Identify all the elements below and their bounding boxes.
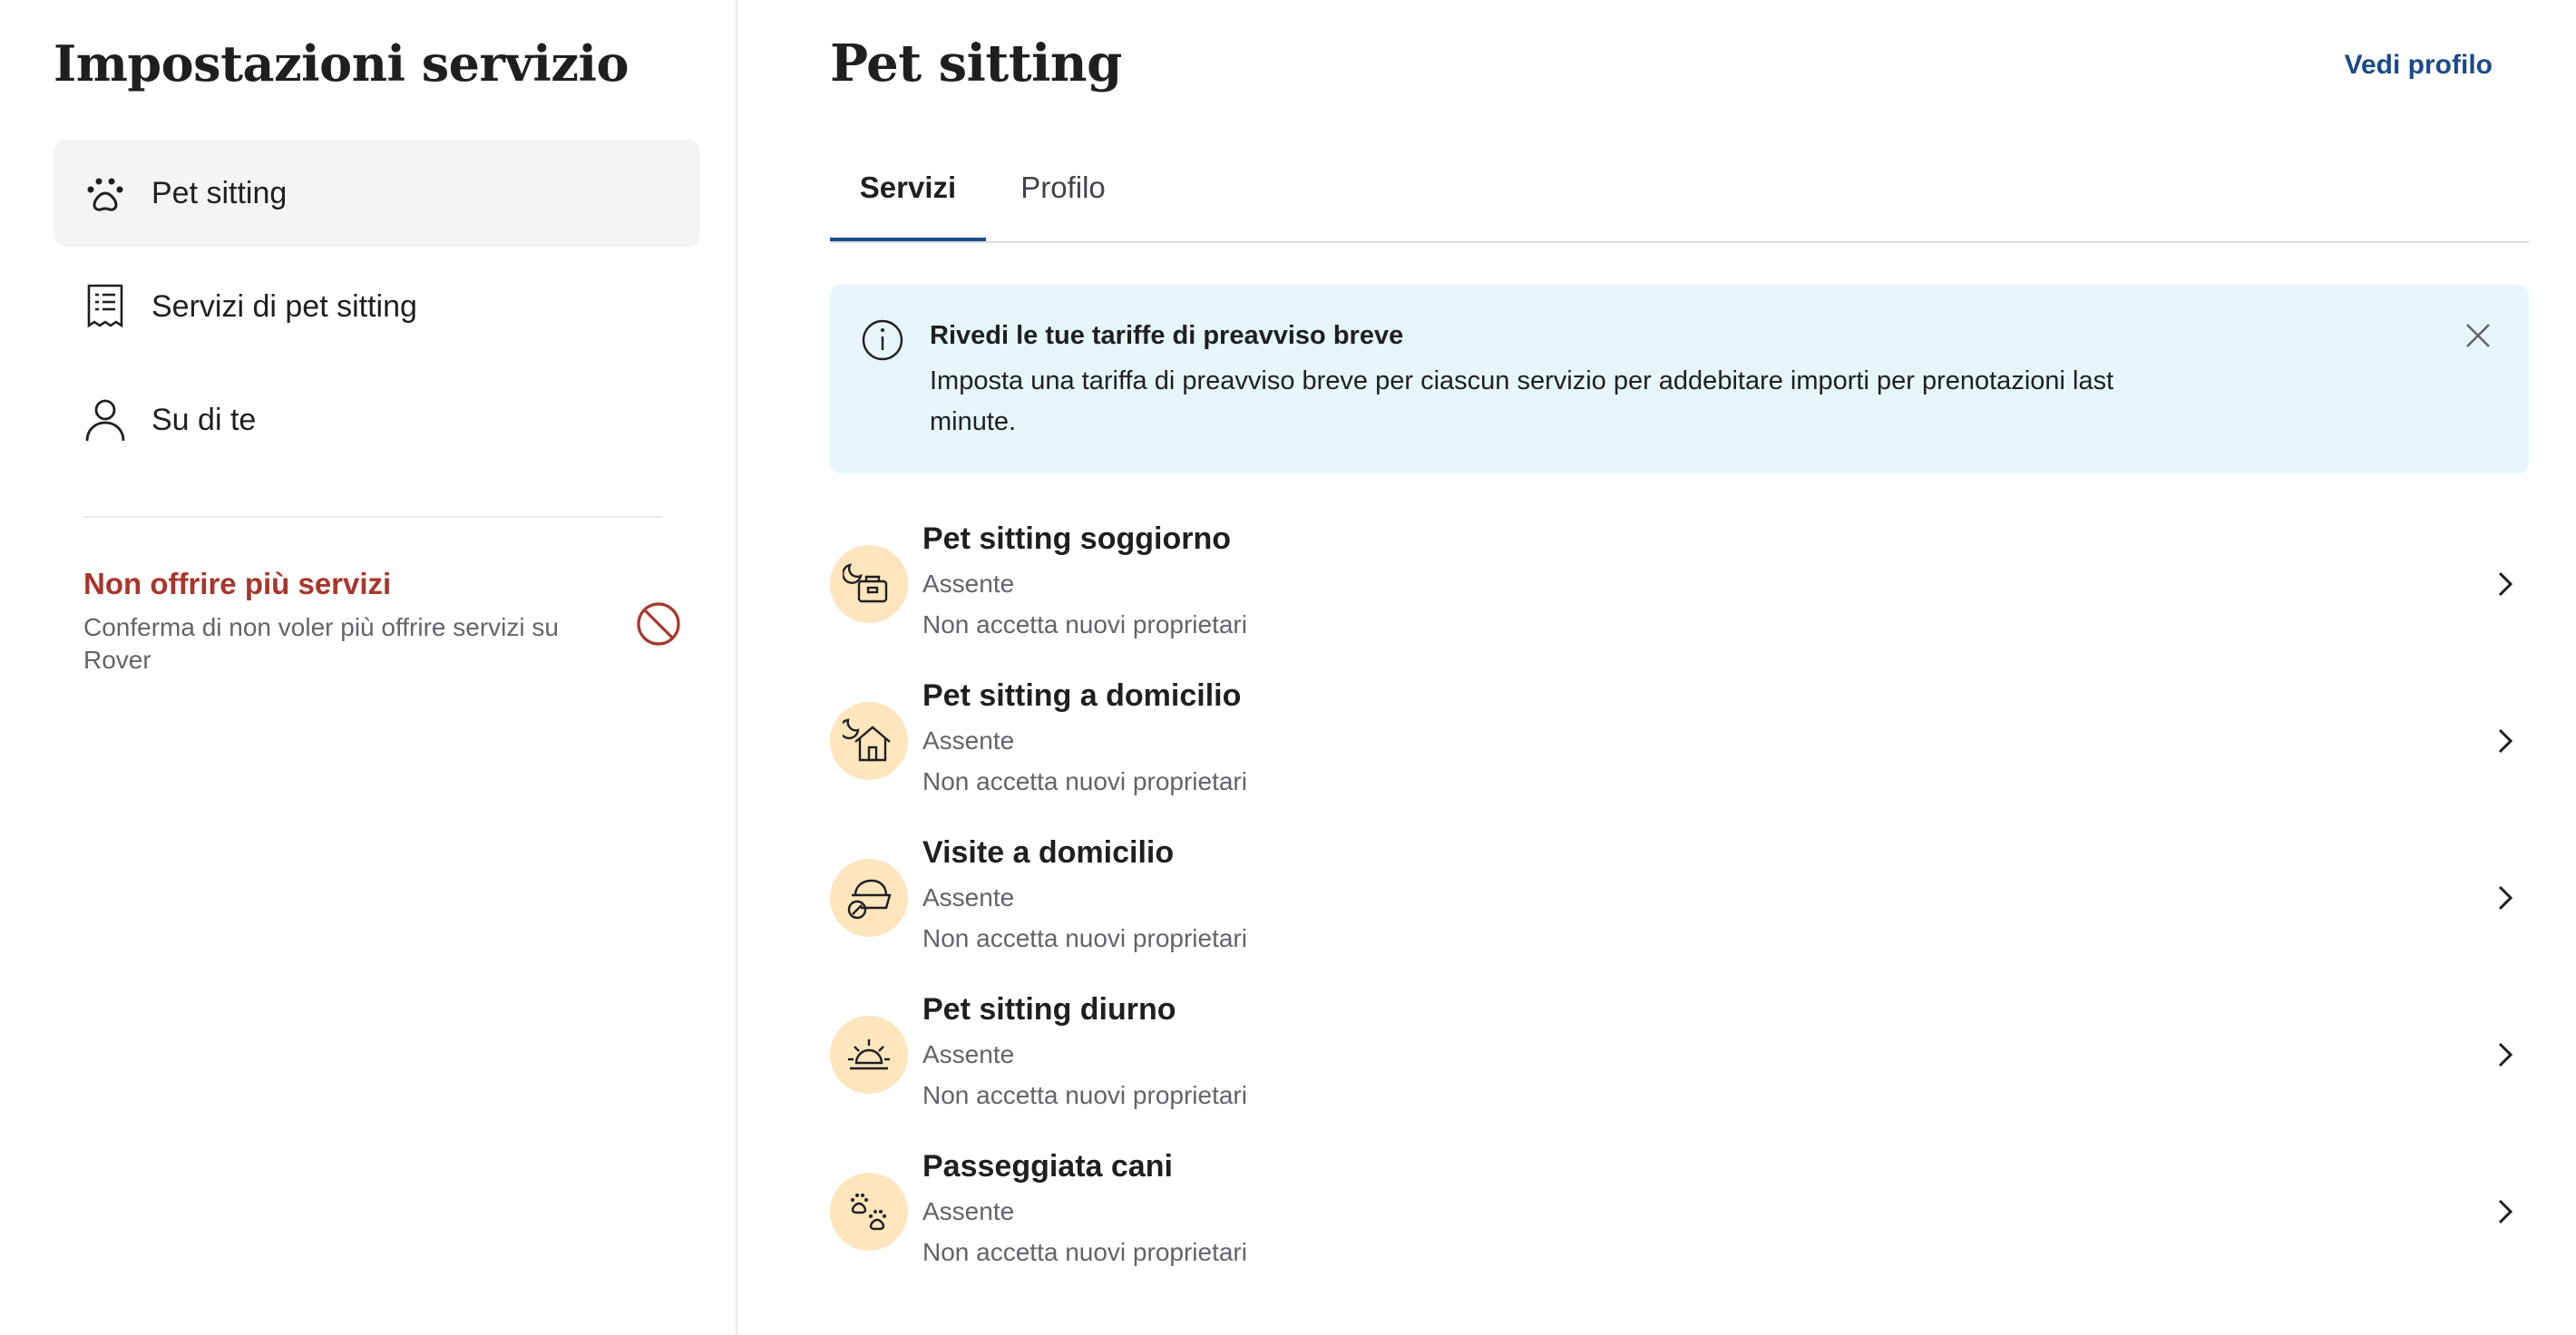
sidebar-item-su-di-te[interactable]: Su di te xyxy=(54,366,700,473)
info-alert: Rivedi le tue tariffe di preavviso breve… xyxy=(830,285,2529,473)
page-title: Pet sitting xyxy=(830,34,1122,93)
service-name: Passeggiata cani xyxy=(922,1149,1173,1184)
sidebar-title: Impostazioni servizio xyxy=(54,34,629,93)
service-name: Pet sitting diurno xyxy=(922,992,1176,1027)
app: Impostazioni servizio Pet sitting Serviz… xyxy=(0,0,2576,1335)
service-availability: Non accetta nuovi proprietari xyxy=(922,924,1247,952)
chevron-right-icon xyxy=(2491,568,2518,600)
chevron-right-icon xyxy=(2491,1195,2518,1228)
food-bowl-icon xyxy=(830,859,908,937)
chevron-right-icon xyxy=(2491,1038,2518,1071)
chevron-right-icon xyxy=(2491,725,2518,757)
service-status: Assente xyxy=(922,726,1015,755)
alert-body: Imposta una tariffa di preavviso breve p… xyxy=(930,366,2114,436)
user-icon xyxy=(83,397,128,443)
service-row-pet-sitting-diurno[interactable]: Pet sitting diurno Assente Non accetta n… xyxy=(830,984,2529,1141)
stop-services-button[interactable]: Non offrire più servizi Conferma di non … xyxy=(83,562,682,689)
service-status: Assente xyxy=(922,1197,1015,1225)
service-availability: Non accetta nuovi proprietari xyxy=(922,1238,1247,1266)
info-icon xyxy=(860,317,905,363)
service-name: Pet sitting a domicilio xyxy=(922,678,1242,713)
house-sitting-icon xyxy=(830,702,908,780)
service-availability: Non accetta nuovi proprietari xyxy=(922,767,1247,795)
overnight-bag-icon xyxy=(830,545,908,623)
alert-title: Rivedi le tue tariffe di preavviso breve xyxy=(930,321,1404,350)
paw-prints-icon xyxy=(830,1173,908,1251)
receipt-icon xyxy=(83,284,128,329)
service-status: Assente xyxy=(922,1040,1015,1068)
stop-services-description: Conferma di non voler più offrire serviz… xyxy=(83,613,559,674)
sidebar-item-servizi[interactable]: Servizi di pet sitting xyxy=(54,253,700,360)
service-name: Pet sitting soggiorno xyxy=(922,521,1231,556)
close-icon[interactable] xyxy=(2462,319,2494,352)
tab-servizi[interactable]: Servizi xyxy=(830,152,986,241)
sidebar-item-label: Pet sitting xyxy=(151,175,288,210)
service-status: Assente xyxy=(922,883,1015,911)
prohibited-icon xyxy=(635,600,682,648)
sidebar-item-pet-sitting[interactable]: Pet sitting xyxy=(54,140,700,247)
service-list: Pet sitting soggiorno Assente Non accett… xyxy=(830,513,2529,1298)
chevron-right-icon xyxy=(2491,882,2518,914)
service-availability: Non accetta nuovi proprietari xyxy=(922,610,1247,638)
sidebar-divider xyxy=(83,516,662,518)
sidebar: Impostazioni servizio Pet sitting Serviz… xyxy=(0,0,737,1335)
stop-services-title: Non offrire più servizi xyxy=(83,567,392,600)
paw-icon xyxy=(83,171,128,216)
service-status: Assente xyxy=(922,570,1015,598)
service-availability: Non accetta nuovi proprietari xyxy=(922,1081,1247,1109)
sun-icon xyxy=(830,1016,908,1094)
sidebar-item-label: Su di te xyxy=(151,402,257,437)
service-row-pet-sitting-soggiorno[interactable]: Pet sitting soggiorno Assente Non accett… xyxy=(830,513,2529,670)
tab-bar: Servizi Profilo xyxy=(830,152,2529,243)
service-row-visite-a-domicilio[interactable]: Visite a domicilio Assente Non accetta n… xyxy=(830,827,2529,984)
tab-profilo[interactable]: Profilo xyxy=(986,152,1140,241)
view-profile-link[interactable]: Vedi profilo xyxy=(2345,47,2493,83)
service-row-passeggiata-cani[interactable]: Passeggiata cani Assente Non accetta nuo… xyxy=(830,1141,2529,1298)
service-row-pet-sitting-a-domicilio[interactable]: Pet sitting a domicilio Assente Non acce… xyxy=(830,670,2529,827)
service-name: Visite a domicilio xyxy=(922,835,1175,870)
sidebar-item-label: Servizi di pet sitting xyxy=(151,288,417,324)
